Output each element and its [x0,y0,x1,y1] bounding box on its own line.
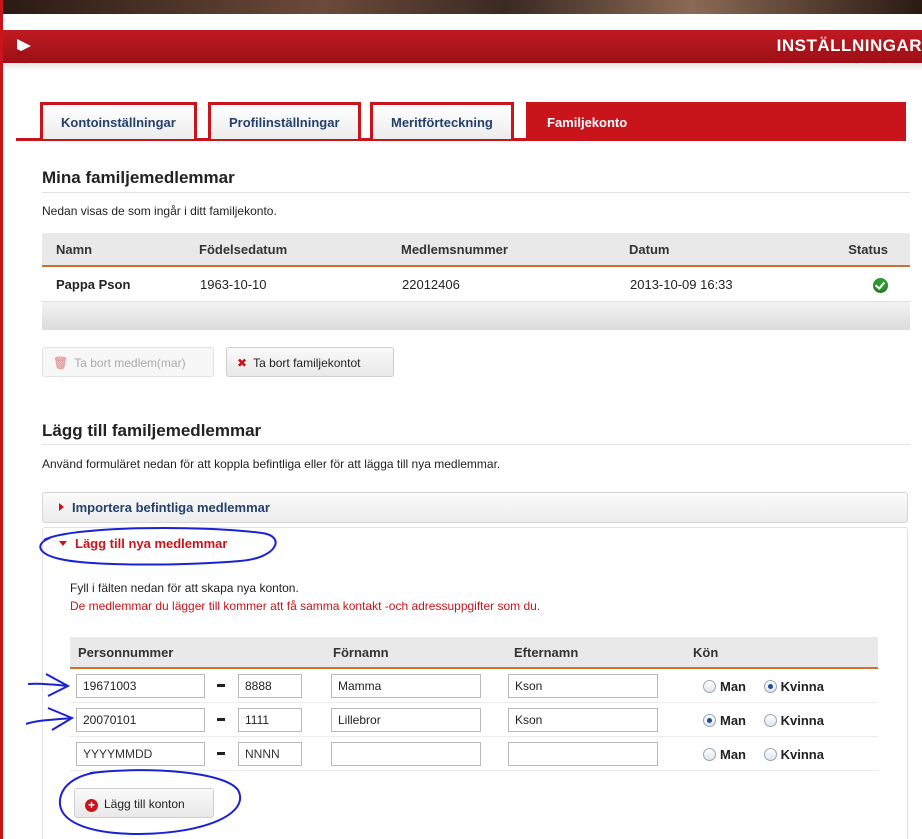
page-title: INSTÄLLNINGAR [776,36,922,55]
add-new-toggle[interactable]: Lägg till nya medlemmar [59,536,227,551]
divider [42,192,910,193]
tab-meritforteckning[interactable]: Meritförteckning [370,102,514,139]
tab-kontoinstallningar[interactable]: Kontoinställningar [40,102,197,139]
top-banner-strip [0,0,922,14]
dash-separator [217,752,225,755]
personnummer-suffix-input[interactable]: 1111 [238,707,302,732]
form-header-row: Personnummer Förnamn Efternamn Kön [70,637,878,669]
remove-account-button[interactable]: ✖ Ta bort familjekontot [226,347,394,377]
members-heading: Mina familjemedlemmar [42,168,235,187]
add-accounts-label: Lägg till konton [104,797,185,811]
last-name-input[interactable] [508,741,658,766]
col-header-status: Status [831,233,910,267]
personnummer-date-input[interactable]: YYYYMMDD [76,741,205,766]
add-warning: De medlemmar du lägger till kommer att f… [70,599,541,613]
col-header-personnummer: Personnummer [70,637,325,669]
table-row[interactable]: Pappa Pson 1963-10-10 22012406 2013-10-0… [42,266,910,302]
tab-bar: Kontoinställningar Profilinställningar M… [16,100,922,141]
personnummer-date-input[interactable]: 19671003 [76,673,205,698]
add-members-description: Använd formuläret nedan för att koppla b… [42,457,501,471]
add-accounts-button[interactable]: + Lägg till konton [74,788,214,818]
section-header-bar: INSTÄLLNINGAR [3,30,922,63]
first-name-input[interactable] [331,741,481,766]
form-row: 20070101 1111 Lillebror Kson Man Kvinna [70,702,878,737]
member-name: Pappa Pson [56,277,131,292]
gender-man-radio[interactable] [703,679,716,693]
col-header-fornamn: Förnamn [325,637,506,669]
close-icon: ✖ [237,356,248,370]
add-members-heading: Lägg till familjemedlemmar [42,421,262,440]
divider [42,444,910,445]
tab-bar-fill [636,102,906,139]
gender-kvinna-label: Kvinna [780,678,824,694]
import-existing-label: Importera befintliga medlemmar [59,500,270,515]
gender-man-label: Man [720,712,746,728]
add-instruction: Fyll i fälten nedan för att skapa nya ko… [70,581,299,595]
member-status [831,266,910,302]
left-accent-bar [0,0,3,839]
personnummer-suffix-input[interactable]: 8888 [238,673,302,698]
table-header-row: Namn Födelsedatum Medlemsnummer Datum St… [42,233,910,267]
gender-man-radio[interactable] [703,713,716,727]
check-circle-icon [873,277,888,293]
add-new-text: Lägg till nya medlemmar [75,536,228,551]
gender-man-radio[interactable] [703,747,716,761]
caret-right-icon [59,503,64,511]
remove-members-button[interactable]: 🗑 Ta bort medlem(mar) [42,347,214,377]
arrow-logo-icon [17,39,31,57]
dash-separator [217,718,225,721]
trash-icon: 🗑 [53,356,69,370]
gender-kvinna-label: Kvinna [780,712,824,728]
gender-kvinna-radio[interactable] [763,747,777,761]
last-name-input[interactable]: Kson [508,673,658,698]
personnummer-date-input[interactable]: 20070101 [76,707,205,732]
gender-kvinna-label: Kvinna [780,746,824,762]
gender-man-label: Man [720,678,746,694]
new-members-form: Personnummer Förnamn Efternamn Kön 19671… [70,637,878,771]
col-header-date: Datum [629,233,831,267]
table-footer [42,301,910,330]
dash-separator [217,684,225,687]
first-name-input[interactable]: Lillebror [331,707,481,732]
form-row: YYYYMMDD NNNN Man Kvinna [70,736,878,771]
form-row: 19671003 8888 Mamma Kson Man Kvinna [70,668,878,703]
remove-account-label: Ta bort familjekontot [253,356,361,370]
tab-profilinstallningar[interactable]: Profilinställningar [208,102,361,139]
col-header-member-no: Medlemsnummer [401,233,629,267]
personnummer-suffix-input[interactable]: NNNN [238,741,302,766]
member-date: 2013-10-09 16:33 [630,277,733,292]
col-header-kon: Kön [685,637,878,669]
tab-familjekonto[interactable]: Familjekonto [526,102,649,139]
members-description: Nedan visas de som ingår i ditt familjek… [42,204,277,218]
member-number: 22012406 [402,277,460,292]
remove-members-label: Ta bort medlem(mar) [74,356,186,370]
col-header-birthdate: Födelsedatum [199,233,401,267]
last-name-input[interactable]: Kson [508,707,658,732]
import-existing-accordion[interactable]: Importera befintliga medlemmar [42,492,908,523]
page: INSTÄLLNINGAR Kontoinställningar Profili… [0,0,922,839]
col-header-efternamn: Efternamn [506,637,685,669]
gender-kvinna-radio[interactable] [763,713,777,727]
members-table: Namn Födelsedatum Medlemsnummer Datum St… [42,233,910,302]
gender-kvinna-radio[interactable] [763,679,777,693]
header-shadow [3,63,922,71]
member-birthdate: 1963-10-10 [200,277,267,292]
plus-circle-icon: + [85,799,98,812]
first-name-input[interactable]: Mamma [331,673,481,698]
caret-down-icon [59,541,67,546]
col-header-name: Namn [42,233,199,267]
import-existing-text: Importera befintliga medlemmar [72,500,270,515]
gender-man-label: Man [720,746,746,762]
